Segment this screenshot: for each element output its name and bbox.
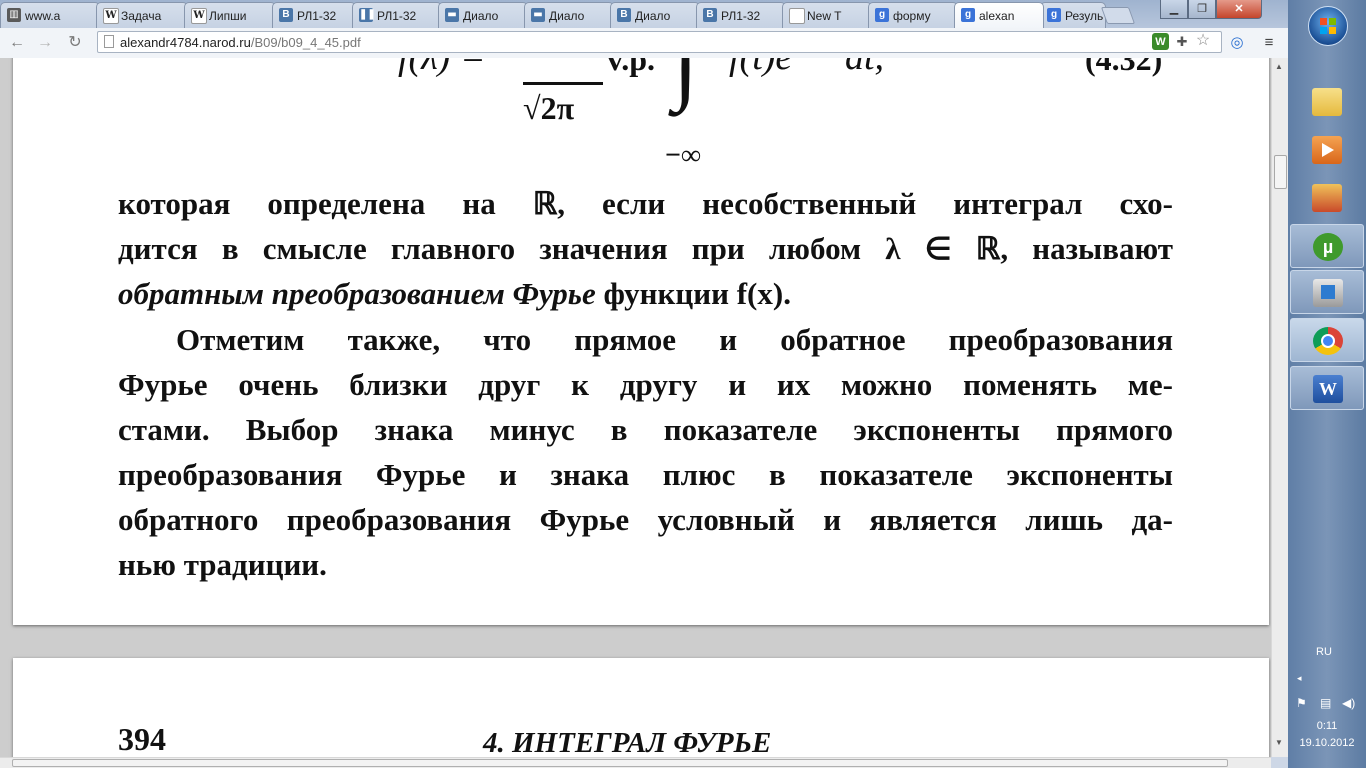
page-icon <box>789 8 805 24</box>
google-icon: g <box>1047 8 1061 22</box>
address-bar[interactable]: alexandr4784.narod.ru/B09/b09_4_45.pdf W… <box>97 31 1222 53</box>
media-player-icon <box>1312 136 1342 164</box>
scroll-thumb[interactable] <box>1274 155 1287 189</box>
flag-icon[interactable]: ⚑ <box>1296 696 1307 710</box>
windows-taskbar: µ W RU ◂ ⚑ ▤ ◀) 0:11 19.10.2012 <box>1288 0 1366 768</box>
vk-icon: B <box>703 8 717 22</box>
running-head: 4. ИНТЕГРАЛ ФУРЬЕ <box>483 727 772 757</box>
paragraph-2-line-1: Отметим также, что прямое и обратное пре… <box>176 322 1173 357</box>
paragraph-2-line-5: обратного преобразования Фурье условный … <box>118 502 1173 537</box>
tab-11[interactable]: g форму <box>868 2 958 28</box>
scroll-up-icon[interactable]: ▲ <box>1275 62 1283 71</box>
vertical-scrollbar[interactable]: ▲ ▼ <box>1271 58 1288 757</box>
paint-icon <box>1312 184 1342 212</box>
horizontal-scroll-thumb[interactable] <box>12 759 1228 767</box>
book-icon: ▥ <box>7 8 21 22</box>
vk-icon: B <box>279 8 293 22</box>
wikipedia-icon: W <box>191 8 207 24</box>
menu-icon[interactable]: ≡ <box>1260 34 1278 52</box>
scroll-down-icon[interactable]: ▼ <box>1275 738 1283 747</box>
taskbar-utorrent[interactable]: µ <box>1290 224 1364 268</box>
show-hidden-icons-icon[interactable]: ◂ <box>1297 673 1302 684</box>
volume-icon[interactable]: ◀) <box>1342 696 1355 710</box>
integral-sign-icon: ∫ <box>673 58 699 112</box>
language-indicator[interactable]: RU <box>1316 646 1332 658</box>
tab-2[interactable]: W Задача <box>96 2 188 28</box>
browser-window: ▥ www.a W Задача W Липши B РЛ1-32 ❚❚ РЛ1… <box>0 0 1288 768</box>
network-icon[interactable]: ▤ <box>1320 696 1331 710</box>
tab-9[interactable]: B РЛ1-32 <box>696 2 786 28</box>
google-icon: g <box>961 8 975 22</box>
tab-8[interactable]: B Диало <box>610 2 700 28</box>
tab-7[interactable]: ▬ Диало <box>524 2 614 28</box>
clock-time[interactable]: 0:11 <box>1288 720 1366 732</box>
clock-date[interactable]: 19.10.2012 <box>1288 737 1366 749</box>
taskbar-explorer[interactable] <box>1290 80 1364 124</box>
chat-icon: ▬ <box>531 8 545 22</box>
windows-logo-icon <box>1320 18 1336 34</box>
close-icon[interactable]: ✕ <box>1216 0 1262 19</box>
tab-10[interactable]: New T <box>782 2 872 28</box>
horizontal-scrollbar[interactable] <box>0 757 1271 768</box>
taskbar-media-player[interactable] <box>1290 128 1364 172</box>
puzzle-icon[interactable]: ✚ <box>1173 33 1191 51</box>
taskbar-paint[interactable] <box>1290 176 1364 220</box>
taskbar-word[interactable]: W <box>1290 366 1364 410</box>
page-icon <box>104 35 114 48</box>
taskbar-computer[interactable] <box>1290 270 1364 314</box>
paragraph-2-line-4: преобразования Фурье и знака плюс в пока… <box>118 457 1173 492</box>
window-controls: ▁ ❐ ✕ <box>1160 0 1262 20</box>
chat-icon: ▬ <box>445 8 459 22</box>
bookmark-star-icon[interactable]: ☆ <box>1194 32 1212 50</box>
tab-12-active[interactable]: g alexan <box>954 2 1044 28</box>
back-icon[interactable]: ← <box>6 33 28 53</box>
tab-13[interactable]: g Резуль <box>1040 2 1106 28</box>
pdf-page-393: f(λ) = √2π v.p. ∫ −∞ f(t)e dt, (4.32) ко… <box>13 58 1269 625</box>
paragraph-1-line-1: которая определена на ℝ, если несобствен… <box>118 186 1173 221</box>
fraction-bar <box>523 82 603 85</box>
tab-5[interactable]: ❚❚ РЛ1-32 <box>352 2 442 28</box>
taskbar-chrome[interactable] <box>1290 318 1364 362</box>
sync-icon[interactable]: ◎ <box>1228 34 1246 52</box>
utorrent-icon: µ <box>1313 233 1343 261</box>
tab-4[interactable]: B РЛ1-32 <box>272 2 356 28</box>
paragraph-2-line-6: нью традиции. <box>118 547 327 582</box>
computer-icon <box>1313 279 1343 307</box>
forward-icon[interactable]: → <box>34 33 56 53</box>
paragraph-2-line-3: стами. Выбор знака минус в показателе эк… <box>118 412 1173 447</box>
tab-strip: ▥ www.a W Задача W Липши B РЛ1-32 ❚❚ РЛ1… <box>0 0 1288 28</box>
wikipedia-icon: W <box>103 8 119 24</box>
google-icon: g <box>875 8 889 22</box>
tab-1[interactable]: ▥ www.a <box>0 2 100 28</box>
pdf-page-394: 394 4. ИНТЕГРАЛ ФУРЬЕ <box>13 658 1269 757</box>
toolbar: ← → ↻ alexandr4784.narod.ru/B09/b09_4_45… <box>0 28 1288 59</box>
windows-explorer-icon <box>1312 88 1342 116</box>
paragraph-1-line-3: обратным преобразованием Фурье функции f… <box>118 276 791 311</box>
word-icon: W <box>1313 375 1343 403</box>
paragraph-1-line-2: дится в смысле главного значения при люб… <box>118 231 1173 266</box>
new-tab-button[interactable] <box>1100 7 1136 24</box>
url-text: alexandr4784.narod.ru/B09/b09_4_45.pdf <box>120 35 361 50</box>
pdf-viewer[interactable]: f(λ) = √2π v.p. ∫ −∞ f(t)e dt, (4.32) ко… <box>0 58 1271 757</box>
tab-3[interactable]: W Липши <box>184 2 276 28</box>
minimize-icon[interactable]: ▁ <box>1160 0 1188 19</box>
maximize-icon[interactable]: ❐ <box>1188 0 1216 19</box>
chrome-icon <box>1313 327 1343 355</box>
vk-icon: B <box>617 8 631 22</box>
start-button[interactable] <box>1308 6 1348 46</box>
tab-6[interactable]: ▬ Диало <box>438 2 528 28</box>
reload-icon[interactable]: ↻ <box>64 33 86 53</box>
pause-icon: ❚❚ <box>359 8 376 22</box>
extension-icon[interactable]: W <box>1152 33 1169 50</box>
paragraph-2-line-2: Фурье очень близки друг к другу и их мож… <box>118 367 1173 402</box>
